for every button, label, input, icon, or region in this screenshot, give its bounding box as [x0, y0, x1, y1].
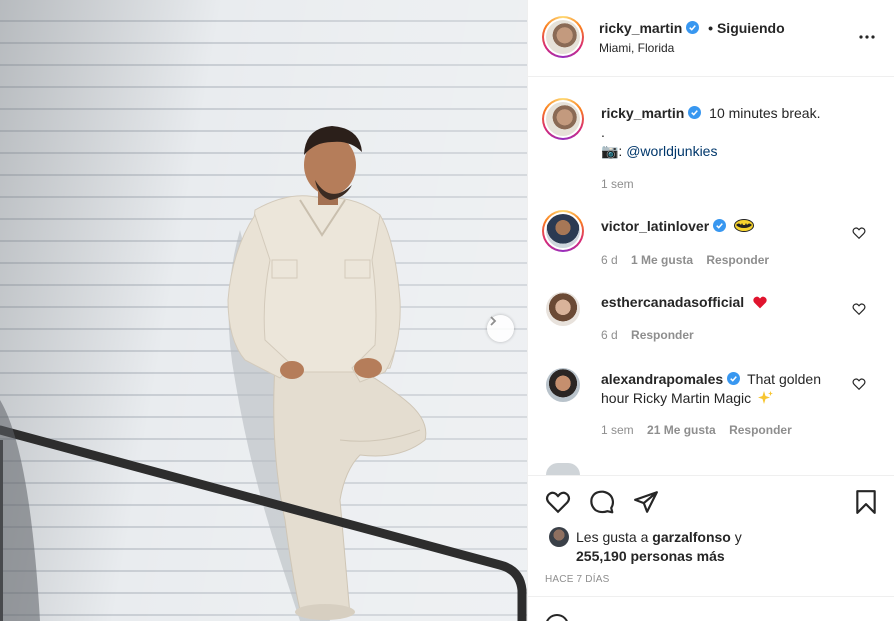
comment-time[interactable]: 6 d: [601, 253, 618, 267]
comment-like-heart-icon[interactable]: [852, 377, 866, 391]
comment-text: That golden: [747, 371, 822, 387]
post-date[interactable]: HACE 7 DÍAS: [545, 574, 609, 585]
comment-row: victor_latinlover: [601, 218, 755, 234]
comment-username[interactable]: esthercanadasofficial: [601, 294, 744, 310]
comment-likes[interactable]: 21 Me gusta: [647, 423, 716, 437]
like-heart-icon[interactable]: [545, 489, 571, 515]
comment-meta: 1 sem 21 Me gusta Responder: [601, 423, 792, 437]
verified-badge-icon: [686, 21, 700, 34]
next-photo-button[interactable]: [487, 315, 514, 342]
sparkle-emoji-icon: [758, 391, 774, 404]
caption-time[interactable]: 1 sem: [601, 177, 634, 191]
post-side-panel: ricky_martin • Siguiendo Miami, Florida …: [527, 0, 894, 621]
red-heart-emoji-icon: [753, 296, 767, 309]
author-username[interactable]: ricky_martin: [599, 20, 682, 36]
header-title-row: ricky_martin • Siguiendo: [599, 20, 785, 36]
likes-summary: Les gusta a garzalfonso y 255,190 person…: [576, 528, 742, 566]
ellipsis-icon: [859, 35, 875, 39]
comment-time[interactable]: 1 sem: [601, 423, 634, 437]
mention-link[interactable]: @worldjunkies: [626, 143, 717, 159]
caption: ricky_martin 10 minutes break. . 📷: @wor…: [601, 104, 881, 161]
comment-bubble-icon[interactable]: [589, 489, 615, 515]
reply-button[interactable]: Responder: [631, 328, 694, 342]
comment-avatar[interactable]: [542, 210, 584, 252]
camera-emoji: 📷:: [601, 143, 623, 159]
follow-status[interactable]: • Siguiendo: [708, 20, 784, 36]
post-header: ricky_martin • Siguiendo Miami, Florida: [528, 0, 894, 77]
comment-like-heart-icon[interactable]: [852, 302, 866, 316]
post-photo[interactable]: [0, 0, 527, 621]
comment-meta: 6 d 1 Me gusta Responder: [601, 253, 769, 267]
share-paper-plane-icon[interactable]: [633, 489, 659, 515]
add-comment-bar[interactable]: [528, 596, 894, 621]
comment-time[interactable]: 6 d: [601, 328, 618, 342]
likes-count[interactable]: 255,190 personas más: [576, 548, 725, 564]
reply-button[interactable]: Responder: [706, 253, 769, 267]
likes-suffix: y: [734, 529, 742, 545]
liker-username[interactable]: garzalfonso: [652, 529, 731, 545]
verified-badge-icon: [727, 372, 741, 385]
caption-username[interactable]: ricky_martin: [601, 105, 684, 121]
comment-text-continued: hour Ricky Martin Magic: [601, 390, 752, 406]
comment-username[interactable]: victor_latinlover: [601, 218, 709, 234]
save-bookmark-icon[interactable]: [854, 489, 878, 515]
emoji-smiley-icon[interactable]: [545, 614, 569, 621]
comment-avatar-partial: [546, 463, 580, 475]
comment-like-heart-icon[interactable]: [852, 226, 866, 240]
comment-meta: 6 d Responder: [601, 328, 694, 342]
post-actions: Les gusta a garzalfonso y 255,190 person…: [528, 475, 894, 596]
comment-avatar[interactable]: [546, 292, 580, 326]
verified-badge-icon: [713, 219, 727, 232]
caption-text: 10 minutes break.: [709, 105, 821, 121]
batman-emoji-icon: [734, 219, 755, 232]
post-location[interactable]: Miami, Florida: [599, 41, 674, 55]
comment-row: alexandrapomales That golden hour Ricky …: [601, 370, 871, 408]
verified-badge-icon: [688, 106, 702, 119]
comment-avatar[interactable]: [546, 368, 580, 402]
likes-prefix: Les gusta a: [576, 529, 649, 545]
photo-illustration: [0, 126, 527, 621]
comment-username[interactable]: alexandrapomales: [601, 371, 723, 387]
caption-dot: .: [601, 124, 605, 140]
liker-avatar[interactable]: [549, 527, 569, 547]
caption-avatar[interactable]: [542, 98, 584, 140]
chevron-right-icon: [490, 316, 497, 326]
author-avatar[interactable]: [542, 16, 584, 58]
reply-button[interactable]: Responder: [729, 423, 792, 437]
comment-row: esthercanadasofficial: [601, 294, 768, 310]
more-options-button[interactable]: [858, 28, 880, 48]
comment-likes[interactable]: 1 Me gusta: [631, 253, 693, 267]
